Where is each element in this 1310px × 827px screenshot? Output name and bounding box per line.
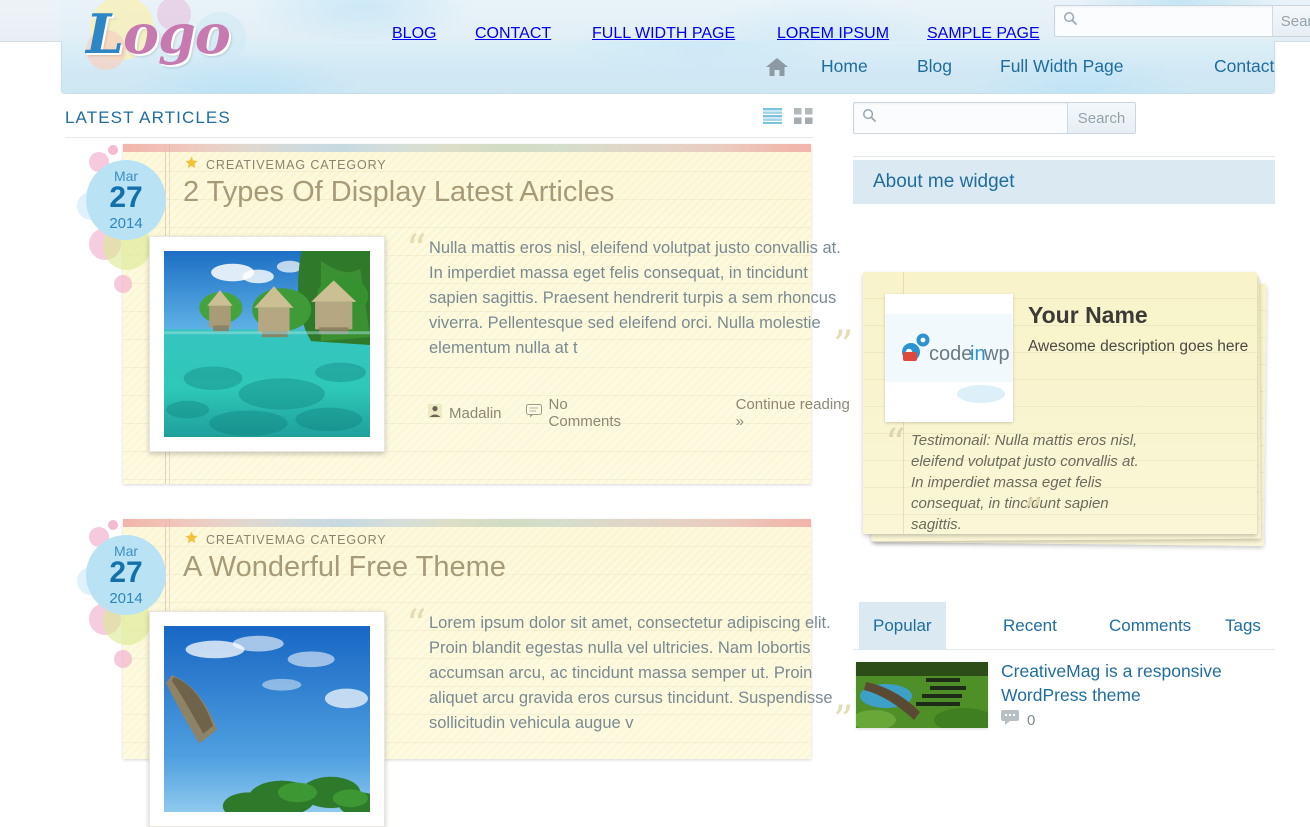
- date-day: 27: [86, 557, 166, 589]
- article-title[interactable]: 2 Types Of Display Latest Articles: [183, 174, 723, 210]
- search-icon: [1063, 11, 1078, 31]
- article-card: Mar 27 2014 CREATIVEMAG CATEGORY A Wonde…: [61, 519, 816, 759]
- codeinwp-logo: code in wp: [885, 294, 1013, 422]
- date-day: 27: [86, 182, 166, 214]
- quote-open-icon: “: [885, 424, 905, 464]
- article-date-badge: Mar 27 2014: [86, 535, 166, 615]
- page-content: LATEST ARTICLES: [0, 94, 1310, 744]
- comment-icon: [526, 404, 542, 422]
- popular-post-thumbnail[interactable]: [856, 662, 988, 728]
- double-chevron-right-icon: »: [736, 413, 744, 430]
- date-year: 2014: [86, 215, 166, 232]
- tab-comments-label: Comments: [1109, 616, 1191, 636]
- article-excerpt: Lorem ipsum dolor sit amet, consectetur …: [429, 611, 854, 736]
- tab-comments[interactable]: Comments: [1095, 602, 1205, 650]
- grid-view-icon[interactable]: [794, 108, 813, 129]
- search-icon: [862, 108, 877, 128]
- quote-close-icon: ”: [1023, 494, 1043, 534]
- continue-reading-link[interactable]: Continue reading »: [736, 396, 853, 430]
- comment-icon: [1001, 710, 1019, 730]
- mainnav-item-blog[interactable]: Blog: [917, 56, 952, 77]
- top-search-box[interactable]: Search: [1054, 5, 1310, 37]
- main-column: LATEST ARTICLES: [61, 94, 816, 744]
- tab-recent[interactable]: Recent: [989, 602, 1071, 650]
- tab-popular[interactable]: Popular: [859, 602, 946, 650]
- about-me-description: Awesome description goes here: [1028, 338, 1248, 356]
- article-thumbnail[interactable]: [149, 236, 385, 452]
- article-top-strip: [123, 144, 811, 152]
- sidebar-divider: [853, 156, 1275, 157]
- avatar: code in wp: [885, 294, 1013, 422]
- top-search-button[interactable]: Search: [1272, 6, 1310, 36]
- tab-recent-label: Recent: [1003, 616, 1057, 636]
- article-category-row[interactable]: CREATIVEMAG CATEGORY: [185, 156, 387, 174]
- about-me-widget-title: About me widget: [873, 171, 1015, 193]
- top-search-input[interactable]: [1083, 7, 1272, 35]
- quote-close-icon: ”: [833, 326, 853, 366]
- svg-text:wp: wp: [983, 343, 1010, 365]
- home-icon[interactable]: [765, 56, 789, 83]
- article-meta-row: Madalin No Comments Continue reading »: [428, 396, 853, 430]
- article-category-label: CREATIVEMAG CATEGORY: [206, 158, 387, 172]
- site-logo[interactable]: Logo: [86, 2, 230, 66]
- paper-sheet-front: code in wp Your Name Awesome description…: [863, 272, 1257, 534]
- article-date-badge: Mar 27 2014: [86, 160, 166, 240]
- list-view-icon[interactable]: [763, 108, 782, 129]
- article-category-row[interactable]: CREATIVEMAG CATEGORY: [185, 531, 387, 549]
- date-year: 2014: [86, 590, 166, 607]
- article-comments[interactable]: No Comments: [526, 396, 636, 430]
- article-card: Mar 27 2014 CREATIVEMAG CATEGORY 2 Types…: [61, 144, 816, 484]
- about-me-widget-header: About me widget: [853, 160, 1275, 204]
- article-author-name: Madalin: [449, 405, 502, 422]
- sidebar-tabs: Popular Recent Comments Tags: [853, 602, 1275, 650]
- tab-tags-label: Tags: [1225, 616, 1261, 636]
- logo-text-rest: ogo: [123, 2, 230, 66]
- page-title: LATEST ARTICLES: [65, 108, 231, 128]
- article-author[interactable]: Madalin: [428, 404, 502, 422]
- svg-text:code: code: [929, 343, 972, 365]
- popular-post-meta: 0: [1001, 710, 1035, 730]
- logo-text-first: L: [86, 2, 123, 66]
- quote-open-icon: “: [406, 230, 426, 270]
- article-thumbnail[interactable]: [149, 611, 385, 827]
- about-me-card: code in wp Your Name Awesome description…: [863, 272, 1265, 544]
- view-toggle-group: [763, 108, 813, 129]
- article-comments-label: No Comments: [549, 396, 636, 430]
- tropical-overwater-bungalows-photo: [164, 251, 370, 437]
- article-category-label: CREATIVEMAG CATEGORY: [206, 533, 387, 547]
- latest-articles-header: LATEST ARTICLES: [65, 102, 813, 138]
- mainnav-item-home[interactable]: Home: [821, 56, 868, 77]
- mainnav-item-full-width-page[interactable]: Full Width Page: [1000, 56, 1124, 77]
- user-icon: [428, 404, 442, 422]
- sidebar: Search About me widget: [853, 94, 1275, 744]
- tab-popular-label: Popular: [873, 616, 932, 636]
- article-excerpt: Nulla mattis eros nisl, eleifend volutpa…: [429, 236, 849, 361]
- green-garden-pond-photo: [856, 662, 988, 728]
- popular-post-comment-count: 0: [1027, 712, 1035, 729]
- sidebar-search-box[interactable]: Search: [853, 102, 1136, 134]
- tab-tags[interactable]: Tags: [1211, 602, 1275, 650]
- mainnav-item-contact[interactable]: Contact: [1214, 56, 1274, 77]
- article-title[interactable]: A Wonderful Free Theme: [183, 549, 723, 585]
- continue-reading-label: Continue reading: [736, 396, 850, 413]
- quote-close-icon: ”: [833, 701, 853, 741]
- sidebar-search-button[interactable]: Search: [1067, 103, 1135, 133]
- article-top-strip: [123, 519, 811, 527]
- star-icon: [185, 156, 198, 174]
- quote-open-icon: “: [406, 605, 426, 645]
- popular-post-title[interactable]: CreativeMag is a responsive WordPress th…: [1001, 659, 1271, 707]
- about-me-name: Your Name: [1028, 302, 1148, 329]
- blue-sky-palm-trees-photo: [164, 626, 370, 812]
- star-icon: [185, 531, 198, 549]
- sidebar-search-input[interactable]: [882, 104, 1067, 132]
